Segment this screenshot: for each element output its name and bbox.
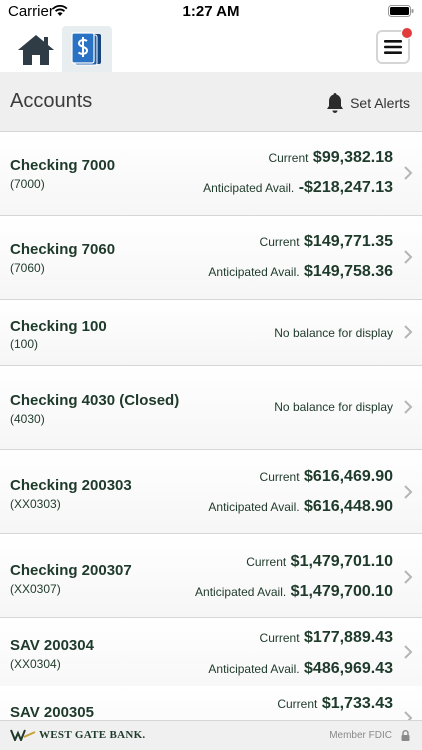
account-name: Checking 100 [10, 318, 107, 335]
account-list: Checking 7000 (7000) Current $99,382.18 … [0, 132, 422, 720]
current-balance: Current $99,382.18 [268, 149, 393, 167]
anticipated-balance: Anticipated Avail. $616,448.90 [208, 498, 393, 516]
current-balance: Current $1,479,701.10 [246, 553, 393, 571]
account-row[interactable]: Checking 7060 (7060) Current $149,771.35… [0, 216, 422, 300]
anticipated-label: Anticipated Avail. [208, 500, 300, 514]
status-bar: Carrier 1:27 AM [0, 0, 422, 24]
accounts-header: Accounts Set Alerts [0, 72, 422, 132]
account-name: Checking 4030 (Closed) [10, 392, 180, 409]
clock-time: 1:27 AM [182, 3, 240, 20]
account-row[interactable]: Checking 7000 (7000) Current $99,382.18 … [0, 132, 422, 216]
chevron-right-icon [404, 400, 413, 414]
bank-logo: WEST GATE BANK. [10, 729, 145, 741]
member-fdic-label: Member FDIC [329, 730, 392, 741]
account-number: (7000) [10, 177, 45, 191]
no-balance-message: No balance for display [274, 326, 393, 340]
page-title: Accounts [10, 90, 93, 112]
current-amount: $177,889.43 [304, 629, 393, 646]
anticipated-balance: Anticipated Avail. $486,969.43 [208, 660, 393, 678]
bank-logo-icon [10, 729, 36, 741]
anticipated-label: Anticipated Avail. [203, 181, 295, 195]
account-name: Checking 7060 [10, 241, 116, 258]
account-number: (100) [10, 337, 39, 351]
anticipated-amount: -$218,247.13 [298, 179, 393, 196]
anticipated-label: Anticipated Avail. [195, 585, 287, 599]
current-label: Current [259, 631, 300, 645]
chevron-right-icon [404, 711, 413, 720]
account-number: (XX0304) [10, 657, 61, 671]
current-label: Current [268, 151, 309, 165]
bank-name: WEST GATE BANK. [39, 729, 146, 741]
chevron-right-icon [404, 645, 413, 659]
current-balance: Current $1,733.43 [277, 695, 393, 713]
bell-icon [327, 93, 344, 113]
no-balance-message: No balance for display [274, 400, 393, 414]
lock-icon [401, 730, 410, 741]
current-label: Current [246, 555, 287, 569]
menu-button[interactable] [376, 27, 413, 64]
battery-icon [388, 5, 414, 17]
account-row[interactable]: SAV 200305 Current $1,733.43 [0, 686, 422, 720]
account-row[interactable]: Checking 200307 (XX0307) Current $1,479,… [0, 534, 422, 618]
anticipated-balance: Anticipated Avail. -$218,247.13 [203, 179, 393, 197]
anticipated-amount: $149,758.36 [304, 263, 393, 280]
current-balance: Current $177,889.43 [260, 629, 393, 647]
home-icon [18, 35, 54, 65]
current-amount: $1,479,701.10 [290, 553, 393, 570]
chevron-right-icon [404, 325, 413, 339]
current-amount: $616,469.90 [304, 468, 393, 485]
current-balance: Current $149,771.35 [260, 233, 393, 251]
chevron-right-icon [404, 250, 413, 264]
current-label: Current [259, 470, 300, 484]
account-row[interactable]: Checking 100 (100) No balance for displa… [0, 300, 422, 366]
account-row[interactable]: Checking 200303 (XX0303) Current $616,46… [0, 450, 422, 534]
current-amount: $1,733.43 [321, 695, 393, 712]
anticipated-label: Anticipated Avail. [208, 662, 300, 676]
current-amount: $149,771.35 [304, 233, 393, 250]
hamburger-menu-icon [384, 40, 402, 54]
anticipated-amount: $616,448.90 [304, 498, 393, 515]
account-name: Checking 200307 [10, 562, 132, 579]
anticipated-balance: Anticipated Avail. $149,758.36 [208, 263, 393, 281]
footer: WEST GATE BANK. Member FDIC [0, 720, 422, 750]
anticipated-label: Anticipated Avail. [208, 265, 300, 279]
account-number: (XX0303) [10, 497, 61, 511]
accounts-icon [71, 32, 101, 66]
set-alerts-button[interactable]: Set Alerts [326, 91, 410, 115]
top-navigation [0, 24, 422, 72]
account-name: Checking 200303 [10, 477, 132, 494]
account-row[interactable]: Checking 4030 (Closed) (4030) No balance… [0, 366, 422, 450]
account-number: (XX0307) [10, 582, 61, 596]
set-alerts-label: Set Alerts [350, 95, 410, 111]
account-number: (7060) [10, 261, 45, 275]
anticipated-balance: Anticipated Avail. $1,479,700.10 [195, 583, 393, 601]
chevron-right-icon [404, 485, 413, 499]
chevron-right-icon [404, 570, 413, 584]
current-label: Current [259, 235, 300, 249]
account-name: SAV 200304 [10, 637, 94, 654]
anticipated-amount: $486,969.43 [304, 660, 393, 677]
account-name: SAV 200305 [10, 704, 94, 720]
home-tab[interactable] [14, 32, 58, 68]
current-amount: $99,382.18 [312, 149, 393, 166]
anticipated-amount: $1,479,700.10 [290, 583, 393, 600]
chevron-right-icon [404, 166, 413, 180]
account-name: Checking 7000 [10, 157, 116, 174]
accounts-tab[interactable] [62, 26, 112, 72]
current-balance: Current $616,469.90 [260, 468, 393, 486]
current-label: Current [277, 697, 318, 711]
notification-dot [401, 27, 413, 39]
account-number: (4030) [10, 412, 45, 426]
